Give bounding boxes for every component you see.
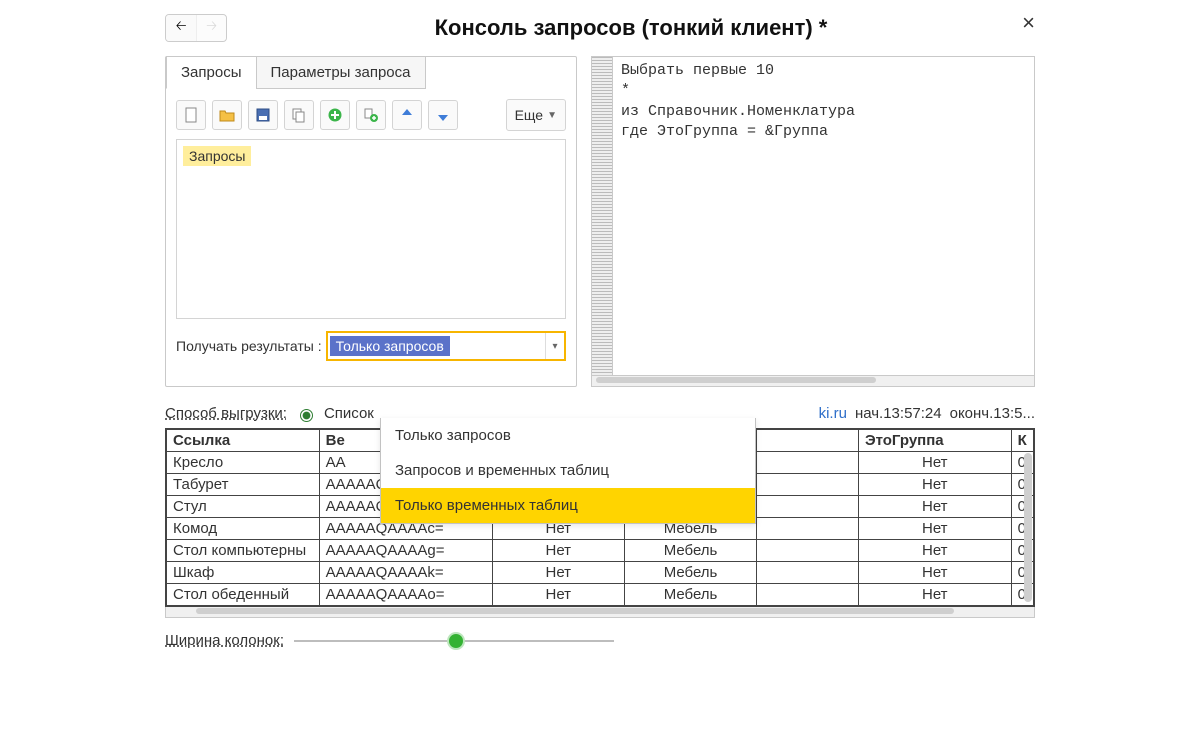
table-cell: AAAAAQAAAAo=	[319, 584, 492, 606]
column-width-label: Ширина колонок:	[165, 632, 284, 649]
save-button[interactable]	[248, 100, 278, 130]
table-cell: Мебель	[624, 540, 756, 562]
left-panel: Запросы Параметры запроса Еще▼ Запросы П…	[165, 56, 577, 387]
close-button[interactable]: ×	[1022, 10, 1035, 36]
table-row[interactable]: Стол компьютерныAAAAAQAAAAg=НетМебельНет…	[167, 540, 1034, 562]
open-folder-icon	[219, 107, 235, 123]
table-cell	[757, 540, 859, 562]
table-cell: Табурет	[167, 474, 320, 496]
table-cell: Комод	[167, 518, 320, 540]
table-cell	[757, 584, 859, 606]
table-cell: Нет	[858, 584, 1011, 606]
table-cell: Стол компьютерны	[167, 540, 320, 562]
table-cell: Мебель	[624, 562, 756, 584]
move-down-button[interactable]	[428, 100, 458, 130]
table-cell: Нет	[858, 562, 1011, 584]
table-cell: AAAAAQAAAAg=	[319, 540, 492, 562]
chevron-down-icon: ▾	[552, 341, 557, 352]
table-cell: Нет	[492, 540, 624, 562]
page-title: Консоль запросов (тонкий клиент) *	[227, 15, 1035, 41]
table-cell: Нет	[858, 496, 1011, 518]
result-mode-dropdown: Только запросовЗапросов и временных табл…	[380, 418, 756, 524]
back-button[interactable]: 🡠	[166, 15, 196, 41]
table-header[interactable]: Ссылка	[167, 430, 320, 452]
export-method-value: Список	[324, 405, 374, 422]
copy-button[interactable]	[284, 100, 314, 130]
time-end: 13:5...	[993, 405, 1035, 422]
table-cell: Нет	[858, 540, 1011, 562]
new-document-icon	[183, 107, 199, 123]
open-button[interactable]	[212, 100, 242, 130]
tab-query-params[interactable]: Параметры запроса	[256, 56, 426, 89]
table-cell	[757, 562, 859, 584]
table-cell: Стол обеденный	[167, 584, 320, 606]
column-width-slider[interactable]	[294, 634, 614, 648]
table-cell: Нет	[858, 452, 1011, 474]
table-cell	[757, 518, 859, 540]
chevron-down-icon: ▼	[547, 110, 557, 121]
table-cell: AAAAAQAAAAk=	[319, 562, 492, 584]
title-bar: 🡠 🡢 Консоль запросов (тонкий клиент) * ×	[165, 0, 1035, 56]
table-cell	[757, 496, 859, 518]
result-mode-select[interactable]: Только запросов ▾	[326, 331, 566, 361]
table-cell: Мебель	[624, 584, 756, 606]
copy-icon	[291, 107, 307, 123]
table-header[interactable]	[757, 430, 859, 452]
table-scrollbar-v[interactable]	[1023, 431, 1033, 604]
table-cell	[757, 474, 859, 496]
table-cell: Нет	[492, 584, 624, 606]
add-button[interactable]	[320, 100, 350, 130]
table-cell: Шкаф	[167, 562, 320, 584]
table-cell: Стул	[167, 496, 320, 518]
export-method-label: Способ выгрузки:	[165, 405, 287, 422]
table-cell: Кресло	[167, 452, 320, 474]
time-start-label: нач.	[855, 405, 883, 422]
time-end-label: оконч.	[950, 405, 994, 422]
table-cell	[757, 452, 859, 474]
editor-gutter[interactable]	[592, 57, 613, 375]
site-link-tail[interactable]: ki.ru	[819, 405, 847, 422]
tab-bar: Запросы Параметры запроса	[166, 56, 576, 89]
time-start: 13:57:24	[883, 405, 941, 422]
table-row[interactable]: ШкафAAAAAQAAAAk=НетМебельНет0	[167, 562, 1034, 584]
export-method-radio[interactable]	[300, 409, 313, 422]
toolbar: Еще▼	[166, 89, 576, 139]
table-cell: Нет	[858, 518, 1011, 540]
result-mode-value: Только запросов	[330, 336, 450, 356]
query-editor[interactable]: Выбрать первые 10 * из Справочник.Номенк…	[613, 57, 1034, 375]
tab-queries[interactable]: Запросы	[166, 56, 257, 89]
move-up-button[interactable]	[392, 100, 422, 130]
arrow-left-icon: 🡠	[176, 17, 187, 39]
table-scrollbar-h[interactable]	[165, 607, 1035, 618]
move-up-icon	[399, 107, 415, 123]
result-mode-option[interactable]: Только запросов	[381, 418, 755, 453]
move-down-icon	[435, 107, 451, 123]
table-cell: Нет	[492, 562, 624, 584]
add-sub-button[interactable]	[356, 100, 386, 130]
table-header[interactable]: ЭтоГруппа	[858, 430, 1011, 452]
table-row[interactable]: Стол обеденныйAAAAAQAAAAo=НетМебельНет0	[167, 584, 1034, 606]
tree-root-item[interactable]: Запросы	[183, 146, 251, 166]
result-mode-dropdown-button[interactable]: ▾	[545, 333, 564, 359]
result-mode-label: Получать результаты :	[176, 338, 322, 354]
editor-scrollbar-h[interactable]	[591, 376, 1035, 387]
more-label: Еще	[515, 107, 544, 123]
result-mode-option[interactable]: Запросов и временных таблиц	[381, 453, 755, 488]
forward-button[interactable]: 🡢	[196, 15, 226, 41]
add-to-list-icon	[363, 107, 379, 123]
more-button[interactable]: Еще▼	[506, 99, 566, 131]
nav-buttons: 🡠 🡢	[165, 14, 227, 42]
table-cell: Нет	[858, 474, 1011, 496]
result-mode-option[interactable]: Только временных таблиц	[381, 488, 755, 523]
query-tree[interactable]: Запросы	[176, 139, 566, 319]
slider-knob[interactable]	[449, 634, 463, 648]
right-panel: Выбрать первые 10 * из Справочник.Номенк…	[591, 56, 1035, 387]
arrow-right-icon: 🡢	[206, 17, 217, 39]
add-circle-icon	[327, 107, 343, 123]
new-document-button[interactable]	[176, 100, 206, 130]
save-icon	[255, 107, 271, 123]
